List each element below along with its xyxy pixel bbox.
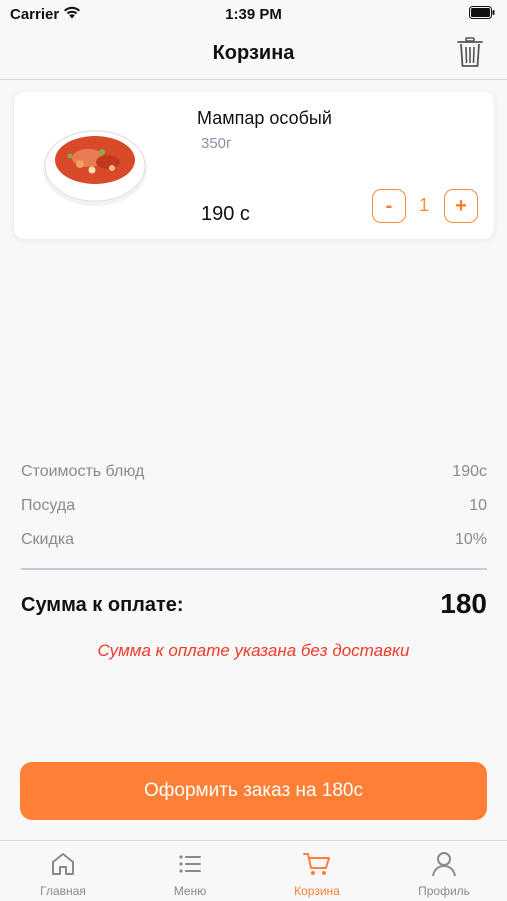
summary-label: Скидка — [21, 531, 75, 548]
tab-cart[interactable]: Корзина — [254, 841, 380, 901]
place-order-button[interactable]: Оформить заказ на 180с — [20, 762, 487, 820]
total-label: Сумма к оплате: — [21, 594, 184, 616]
tab-bar: Главная Меню Корзина Профиль — [0, 840, 507, 901]
quantity-value: 1 — [418, 195, 429, 215]
summary-row-discount: Скидка 10% — [21, 531, 487, 551]
page-title: Корзина — [212, 42, 295, 64]
summary-row-dishes: Стоимость блюд 190с — [21, 463, 487, 483]
summary-label: Стоимость блюд — [21, 463, 145, 480]
dish-price: 190 с — [201, 203, 250, 225]
summary-row-dishware: Посуда 10 — [21, 497, 487, 517]
tab-profile[interactable]: Профиль — [381, 841, 507, 901]
summary-value: 10% — [454, 531, 487, 548]
tab-home[interactable]: Главная — [0, 841, 126, 901]
decrease-quantity-button[interactable]: - — [372, 189, 406, 223]
dish-image — [43, 130, 147, 206]
navigation-bar: Корзина — [0, 30, 507, 80]
cart-icon — [303, 853, 330, 875]
tab-menu[interactable]: Меню — [127, 841, 253, 901]
summary-value: 190с — [452, 463, 487, 480]
total-value: 180 — [440, 588, 487, 619]
list-icon — [179, 855, 201, 873]
tab-label: Главная — [40, 884, 86, 898]
dish-name: Мампар особый — [197, 108, 332, 128]
tab-label: Меню — [173, 884, 207, 898]
profile-icon — [432, 852, 456, 877]
cart-item-card: Мампар особый 350г 190 с - 1 + — [14, 92, 494, 239]
tab-label: Профиль — [418, 884, 470, 898]
summary-label: Посуда — [21, 497, 76, 514]
summary-divider — [21, 568, 487, 570]
status-bar: Carrier 1:39 PM — [0, 0, 507, 30]
dish-weight: 350г — [201, 135, 232, 152]
home-icon — [52, 853, 74, 875]
summary-value: 10 — [469, 497, 487, 514]
tab-label: Корзина — [294, 884, 340, 898]
increase-quantity-button[interactable]: + — [444, 189, 478, 223]
trash-icon[interactable] — [457, 37, 483, 68]
battery-icon — [469, 6, 495, 19]
delivery-note: Сумма к оплате указана без доставки — [97, 641, 410, 660]
status-time: 1:39 PM — [225, 6, 282, 23]
